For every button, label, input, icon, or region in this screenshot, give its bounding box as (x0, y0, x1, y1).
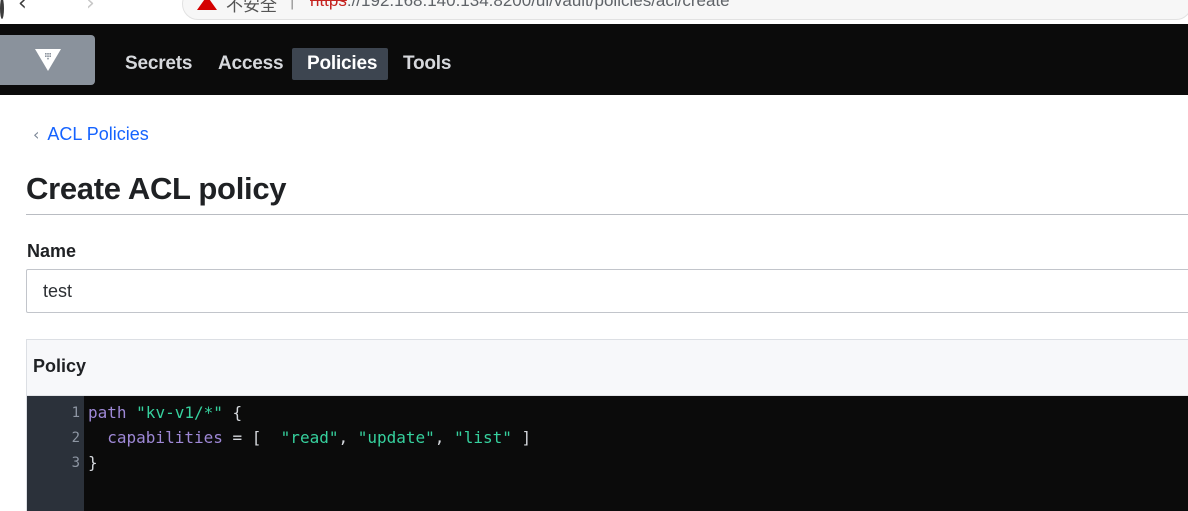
policy-header: Policy (27, 340, 1188, 396)
name-input[interactable] (26, 269, 1188, 313)
address-separator: | (290, 0, 295, 10)
code-punctuation: { (232, 403, 243, 422)
reload-icon[interactable] (0, 0, 4, 19)
breadcrumb-acl-policies-link[interactable]: ‹ ACL Policies (33, 124, 149, 145)
code-string: "update" (357, 428, 435, 447)
policy-editor-panel: Policy 1 2 3 path "kv-v1/*" { capabiliti… (26, 339, 1188, 511)
code-string: "kv-v1/*" (136, 403, 223, 422)
line-number: 3 (71, 455, 80, 471)
vault-logo-icon (35, 49, 61, 71)
line-number: 2 (71, 430, 80, 446)
code-string: "read" (280, 428, 339, 447)
nav-tools[interactable]: Tools (388, 48, 466, 80)
home-logo-button[interactable] (0, 35, 95, 85)
nav-policies[interactable]: Policies (292, 48, 388, 80)
name-label: Name (27, 241, 77, 261)
code-line[interactable]: } (88, 453, 98, 472)
top-navigation: Secrets Access Policies Tools (0, 24, 1188, 95)
url-scheme: https (310, 0, 347, 10)
warning-icon[interactable] (197, 0, 217, 10)
code-string: "list" (454, 428, 512, 447)
code-punctuation: = [ (232, 428, 262, 447)
breadcrumb-label: ACL Policies (47, 124, 149, 144)
back-icon[interactable]: ‹ (18, 0, 27, 16)
forward-icon[interactable]: › (86, 0, 95, 16)
policy-label: Policy (33, 356, 87, 376)
page-title: Create ACL policy (26, 171, 287, 206)
code-keyword: path (88, 403, 127, 422)
line-number: 1 (71, 405, 80, 421)
code-line[interactable]: path "kv-v1/*" { (88, 403, 242, 422)
nav-secrets[interactable]: Secrets (110, 48, 207, 80)
url-path: ://192.168.140.134:8200/ui/vault/policie… (346, 0, 730, 10)
code-punctuation: ] (521, 428, 532, 447)
nav-access[interactable]: Access (203, 48, 298, 80)
code-keyword: capabilities (107, 428, 223, 447)
line-number-gutter: 1 2 3 (27, 396, 84, 511)
code-line[interactable]: capabilities = [ "read", "update", "list… (88, 428, 531, 447)
code-editor[interactable]: 1 2 3 path "kv-v1/*" { capabilities = [ … (27, 396, 1188, 511)
address-url[interactable]: https://192.168.140.134:8200/ui/vault/po… (310, 0, 730, 11)
insecure-label[interactable]: 不安全 (226, 0, 277, 16)
browser-toolbar: ‹ › 不安全 | https://192.168.140.134:8200/u… (0, 0, 1188, 24)
title-divider (26, 214, 1188, 215)
code-punctuation: } (88, 453, 98, 472)
chevron-left-icon: ‹ (33, 125, 40, 144)
